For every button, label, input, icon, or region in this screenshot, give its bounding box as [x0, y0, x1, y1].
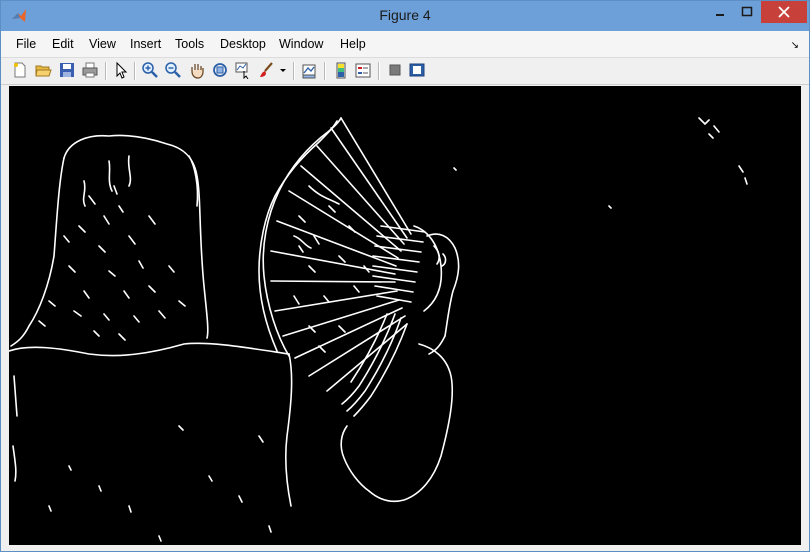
close-button[interactable]	[761, 1, 807, 23]
title-bar[interactable]: Figure 4	[1, 1, 809, 31]
close-icon	[778, 6, 790, 18]
dock-figure-icon[interactable]: ↘	[791, 40, 799, 51]
minimize-button[interactable]	[707, 1, 733, 23]
menu-desktop[interactable]: Desktop	[220, 37, 266, 51]
menu-file[interactable]: File	[16, 37, 36, 51]
colorbar-icon[interactable]	[332, 61, 350, 79]
data-cursor-icon[interactable]	[234, 61, 252, 79]
zoom-in-icon[interactable]	[141, 61, 159, 79]
zoom-out-icon[interactable]	[164, 61, 182, 79]
link-plot-icon[interactable]	[300, 61, 318, 79]
hide-plot-tools-icon[interactable]	[386, 61, 404, 79]
menu-edit[interactable]: Edit	[52, 37, 74, 51]
edge-detection-image	[9, 117, 748, 542]
maximize-icon	[741, 6, 753, 17]
pan-hand-icon[interactable]	[188, 61, 206, 79]
rotate-3d-icon[interactable]	[211, 61, 229, 79]
select-arrow-icon[interactable]	[112, 61, 130, 79]
menu-insert[interactable]: Insert	[130, 37, 161, 51]
menu-window[interactable]: Window	[279, 37, 323, 51]
figure-window: Figure 4 File Edit View Insert Tools Des…	[0, 0, 810, 552]
print-icon[interactable]	[81, 61, 99, 79]
menu-view[interactable]: View	[89, 37, 116, 51]
open-file-icon[interactable]	[34, 61, 52, 79]
legend-icon[interactable]	[354, 61, 372, 79]
maximize-button[interactable]	[734, 1, 760, 23]
toolbar-separator	[134, 62, 136, 80]
brush-dropdown-icon[interactable]	[278, 61, 288, 79]
show-plot-tools-icon[interactable]	[408, 61, 426, 79]
window-title: Figure 4	[379, 7, 431, 23]
menu-tools[interactable]: Tools	[175, 37, 204, 51]
figure-toolbar	[1, 58, 809, 85]
save-icon[interactable]	[58, 61, 76, 79]
toolbar-separator	[378, 62, 380, 80]
toolbar-separator	[105, 62, 107, 80]
minimize-icon	[716, 14, 724, 16]
toolbar-separator	[324, 62, 326, 80]
menu-bar: File Edit View Insert Tools Desktop Wind…	[1, 31, 809, 58]
brush-icon[interactable]	[258, 61, 276, 79]
toolbar-separator	[293, 62, 295, 80]
new-figure-icon[interactable]	[11, 61, 29, 79]
figure-canvas[interactable]	[9, 86, 801, 545]
menu-help[interactable]: Help	[340, 37, 366, 51]
